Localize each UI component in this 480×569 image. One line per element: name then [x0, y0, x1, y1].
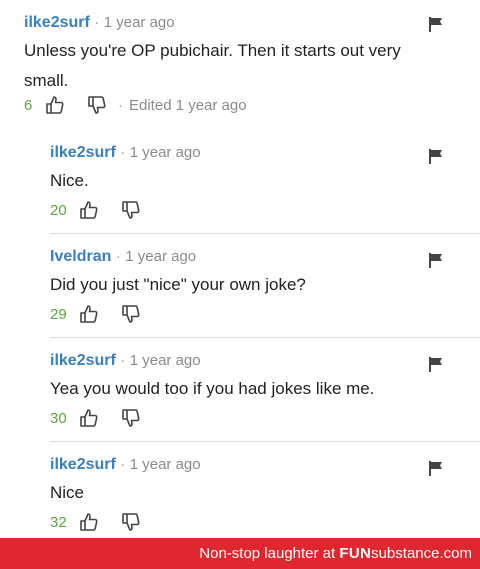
username-link[interactable]: ilke2surf — [50, 352, 116, 369]
timestamp: 1 year ago — [129, 144, 201, 161]
score: 29 — [50, 305, 67, 323]
brand-name-bold: FUN — [339, 545, 372, 562]
vote-bar: 29 — [50, 303, 142, 325]
separator: · — [120, 352, 126, 369]
comment-header: ilke2surf · 1 year ago — [50, 455, 201, 475]
username-link[interactable]: Iveldran — [50, 248, 111, 265]
timestamp: 1 year ago — [125, 248, 197, 265]
flag-icon[interactable] — [428, 148, 444, 164]
edited-label: Edited 1 year ago — [129, 96, 247, 114]
separator: · — [120, 144, 126, 161]
flag-icon[interactable] — [428, 356, 444, 372]
watermark-text: Non-stop laughter at FUNsubstance.com — [199, 545, 472, 562]
thumbs-up-icon[interactable] — [44, 94, 66, 116]
username-link[interactable]: ilke2surf — [24, 14, 90, 31]
comment-thread: ilke2surf · 1 year ago Unless you're OP … — [0, 0, 480, 538]
comment-header: ilke2surf · 1 year ago — [24, 13, 175, 33]
timestamp: 1 year ago — [129, 352, 201, 369]
timestamp: 1 year ago — [129, 456, 201, 473]
username-link[interactable]: ilke2surf — [50, 144, 116, 161]
score: 20 — [50, 201, 67, 219]
comment-text: Unless you're OP pubichair. Then it star… — [24, 41, 401, 90]
separator: · — [118, 96, 123, 114]
reply-comment: ilke2surf · 1 year ago Yea you would too… — [50, 337, 480, 441]
thumbs-down-icon[interactable] — [120, 199, 142, 221]
thumbs-down-icon[interactable] — [120, 407, 142, 429]
comment-header: Iveldran · 1 year ago — [50, 247, 196, 267]
vote-bar: 30 — [50, 407, 142, 429]
comment-header: ilke2surf · 1 year ago — [50, 143, 201, 163]
watermark-banner: Non-stop laughter at FUNsubstance.com — [0, 538, 480, 569]
reply-comment: Iveldran · 1 year ago Did you just "nice… — [50, 233, 480, 337]
comment-text: Yea you would too if you had jokes like … — [50, 379, 375, 398]
score: 6 — [24, 96, 33, 114]
reply-comment: ilke2surf · 1 year ago Nice 32 — [50, 441, 480, 538]
score: 32 — [50, 513, 67, 531]
flag-icon[interactable] — [428, 252, 444, 268]
thumbs-down-icon[interactable] — [120, 303, 142, 325]
flag-icon[interactable] — [428, 460, 444, 476]
flag-icon[interactable] — [428, 16, 444, 32]
watermark-caption: Non-stop laughter at — [199, 545, 340, 562]
comment-text: Nice. — [50, 171, 89, 190]
comment-header: ilke2surf · 1 year ago — [50, 351, 201, 371]
thumbs-up-icon[interactable] — [78, 303, 100, 325]
vote-bar: 32 — [50, 511, 142, 533]
comment-text: Did you just "nice" your own joke? — [50, 275, 306, 294]
score: 30 — [50, 409, 67, 427]
brand-name: substance — [371, 545, 440, 562]
separator: · — [115, 248, 121, 265]
vote-bar: 20 — [50, 199, 142, 221]
thumbs-down-icon[interactable] — [86, 94, 108, 116]
thumbs-up-icon[interactable] — [78, 199, 100, 221]
timestamp: 1 year ago — [103, 14, 175, 31]
reply-comment: ilke2surf · 1 year ago Nice. 20 — [50, 130, 480, 233]
separator: · — [120, 456, 126, 473]
thumbs-up-icon[interactable] — [78, 407, 100, 429]
brand-domain: .com — [439, 545, 472, 562]
separator: · — [94, 14, 100, 31]
comment: ilke2surf · 1 year ago Unless you're OP … — [24, 8, 480, 130]
username-link[interactable]: ilke2surf — [50, 456, 116, 473]
comment-text: Nice — [50, 483, 85, 502]
thumbs-up-icon[interactable] — [78, 511, 100, 533]
thumbs-down-icon[interactable] — [120, 511, 142, 533]
vote-bar: 6 · Edited 1 year ago — [24, 94, 247, 116]
